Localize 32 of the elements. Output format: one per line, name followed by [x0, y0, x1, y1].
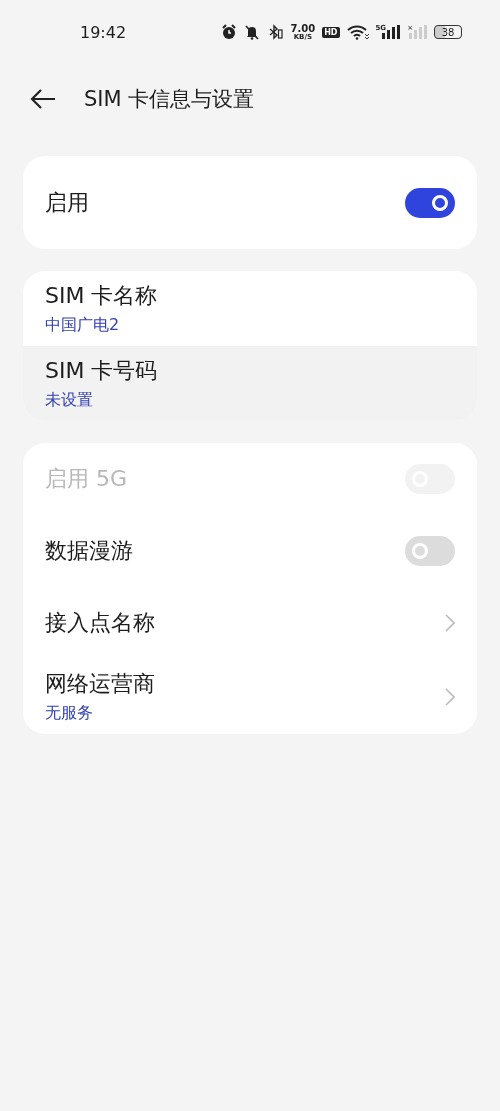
row-value: 无服务: [45, 703, 94, 724]
page-title: SIM 卡信息与设置: [84, 86, 255, 113]
toggle-switch[interactable]: [405, 536, 455, 566]
row-value: 未设置: [45, 390, 94, 411]
status-time: 19:42: [80, 22, 127, 42]
alarm-clock-icon: [221, 24, 238, 40]
chevron-right-icon: [445, 687, 455, 706]
row-label: 启用 5G: [45, 465, 128, 493]
settings-row[interactable]: 数据漫游: [23, 515, 477, 587]
row-label: 网络运营商: [45, 670, 155, 698]
bluetooth-icon: [267, 24, 284, 40]
row-label: SIM 卡号码: [45, 357, 158, 385]
row-label: 数据漫游: [45, 537, 133, 565]
wifi-icon: [346, 24, 369, 40]
settings-row[interactable]: 接入点名称: [23, 587, 477, 659]
muted-bell-icon: [244, 24, 261, 40]
speed-value: 7.00: [290, 23, 316, 34]
settings-row[interactable]: 网络运营商 无服务: [23, 659, 477, 734]
back-arrow-icon: [30, 89, 56, 109]
settings-row[interactable]: SIM 卡号码 未设置: [23, 346, 477, 421]
hd-badge: HD: [322, 26, 340, 38]
battery-indicator: 38: [434, 25, 462, 39]
row-label: 接入点名称: [45, 609, 155, 637]
row-label: 启用: [45, 188, 89, 217]
settings-row[interactable]: 启用: [23, 156, 477, 249]
toggle-switch[interactable]: [405, 187, 455, 218]
signal-icon: [409, 25, 427, 39]
row-label: SIM 卡名称: [45, 282, 158, 310]
chevron-right-icon: [445, 614, 455, 632]
settings-row[interactable]: SIM 卡名称 中国广电2: [23, 271, 477, 346]
back-button[interactable]: [30, 89, 56, 109]
row-value: 中国广电2: [45, 315, 121, 336]
